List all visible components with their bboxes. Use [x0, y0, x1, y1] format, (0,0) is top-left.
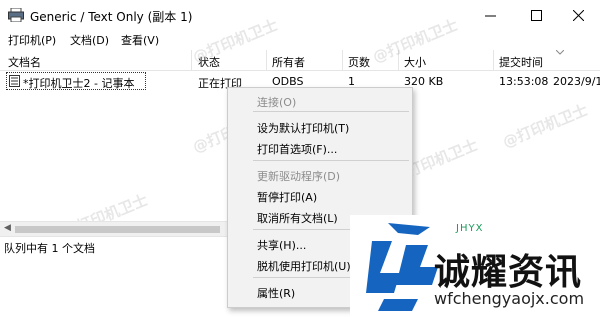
- menu-printer[interactable]: 打印机(P): [8, 32, 56, 48]
- menu-view[interactable]: 查看(V): [121, 32, 159, 48]
- menu-item-sharing[interactable]: 共享(H)...: [257, 237, 306, 253]
- menu-document[interactable]: 文档(D): [70, 32, 109, 48]
- printer-icon: [8, 8, 24, 22]
- cell-submitted-date: 2023/9/1: [553, 75, 600, 88]
- status-text: 队列中有 1 个文档: [4, 242, 95, 255]
- maximize-icon: [530, 9, 542, 21]
- menu-item-connect: 连接(O): [257, 96, 297, 109]
- logo-url: wfchengyaojx.com: [434, 289, 585, 308]
- close-icon: [572, 9, 584, 21]
- minimize-icon: [484, 15, 496, 16]
- menu-item-update-driver: 更新驱动程序(D): [257, 170, 341, 183]
- horizontal-scrollbar[interactable]: ◀: [0, 221, 228, 237]
- menu-item-set-default[interactable]: 设为默认打印机(T): [257, 120, 349, 136]
- menu-separator: [253, 111, 409, 112]
- sort-chevron-icon: [556, 50, 564, 55]
- column-header: 文档名 状态 所有者 页数 大小 提交时间: [0, 50, 600, 71]
- column-divider[interactable]: [266, 50, 267, 70]
- menu-item-properties[interactable]: 属性(R): [257, 285, 295, 301]
- column-document-name[interactable]: 文档名: [8, 54, 41, 70]
- logo-name: 诚耀资讯: [434, 252, 583, 293]
- column-divider[interactable]: [493, 50, 494, 70]
- column-submitted[interactable]: 提交时间: [499, 54, 543, 70]
- maximize-button[interactable]: [514, 0, 558, 30]
- column-owner[interactable]: 所有者: [272, 54, 305, 70]
- cell-document-name: *打印机卫士2 - 记事本: [23, 77, 135, 90]
- document-icon: [9, 75, 20, 87]
- cell-submitted-time: 13:53:08: [499, 75, 549, 88]
- watermark-text: @打印机卫士: [500, 100, 591, 152]
- menu-item-use-offline[interactable]: 脱机使用打印机(U): [257, 258, 351, 274]
- scrollbar-thumb[interactable]: [15, 226, 220, 233]
- company-logo-icon: [366, 223, 438, 311]
- scroll-left-icon[interactable]: ◀: [4, 223, 11, 233]
- column-pages[interactable]: 页数: [348, 54, 370, 70]
- window-title: Generic / Text Only (副本 1): [30, 10, 193, 24]
- logo-area: JHYX 诚耀资讯 wfchengyaojx.com: [350, 215, 600, 317]
- title-bar[interactable]: Generic / Text Only (副本 1): [0, 0, 600, 30]
- menu-item-cancel-all[interactable]: 取消所有文档(L): [257, 210, 338, 226]
- column-divider[interactable]: [342, 50, 343, 70]
- close-button[interactable]: [556, 0, 600, 30]
- logo-top-text: JHYX: [456, 223, 484, 234]
- minimize-button[interactable]: [468, 0, 512, 30]
- column-size[interactable]: 大小: [404, 54, 426, 70]
- menu-separator: [253, 160, 409, 161]
- menu-bar: 打印机(P) 文档(D) 查看(V): [0, 30, 600, 48]
- menu-item-preferences[interactable]: 打印首选项(F)...: [257, 141, 337, 157]
- menu-item-pause-printing[interactable]: 暂停打印(A): [257, 189, 317, 205]
